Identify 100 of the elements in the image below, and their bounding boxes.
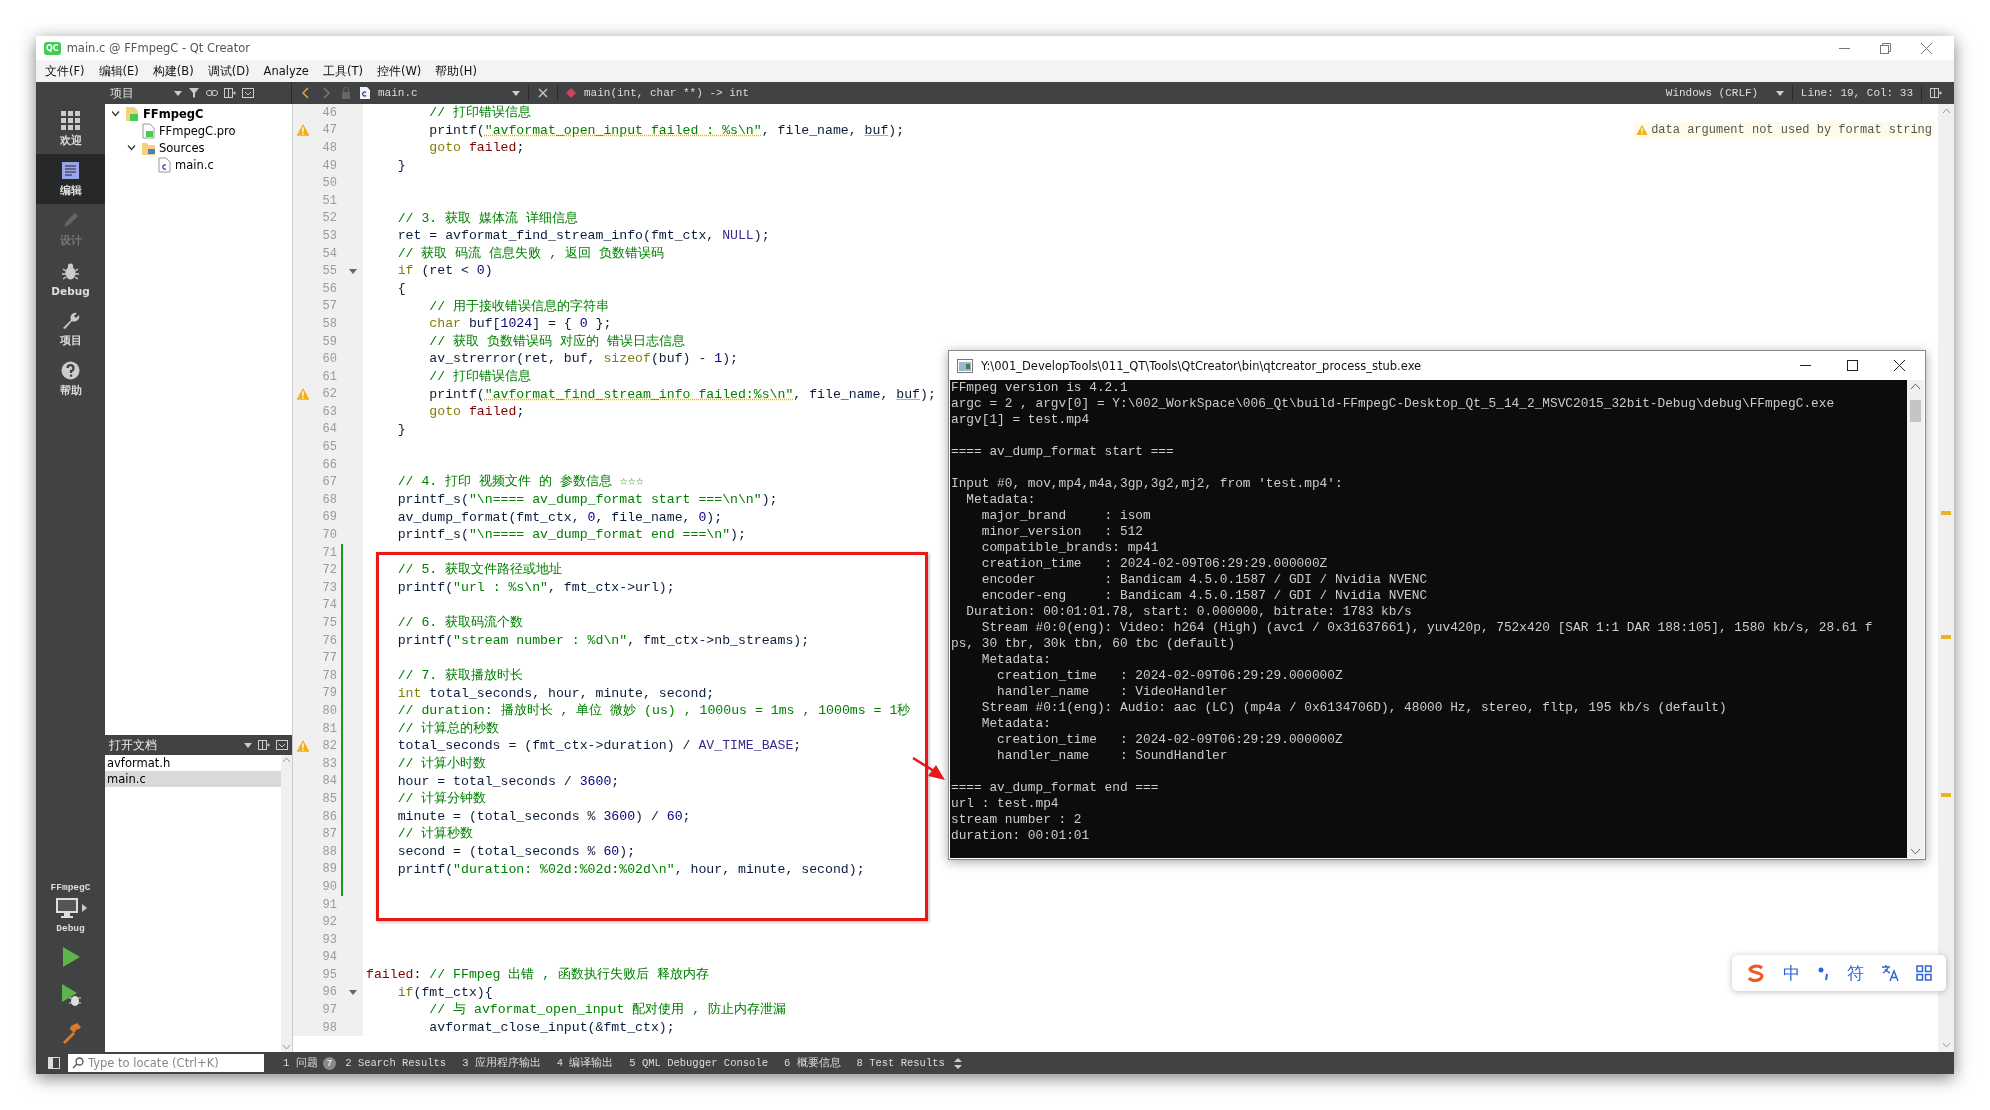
- menu-item[interactable]: 帮助(H): [428, 63, 484, 79]
- file-icon: [360, 87, 370, 99]
- split-icon[interactable]: [1930, 87, 1942, 99]
- code-line: // 计算总的秒数: [396, 719, 500, 738]
- tree-item[interactable]: main.c: [175, 157, 214, 172]
- line-number: 98: [321, 1020, 337, 1035]
- console-line: Stream #0:1(eng): Audio: aac (LC) (mp4a / 0x6134706D), 48000 Hz, stereo, fltp, 195 kb/s (default): [980, 700, 1728, 716]
- output-pane-tab[interactable]: 1 问题: [276, 1056, 325, 1070]
- window-title: main.c @ FFmpegC - Qt Creator: [66, 41, 250, 55]
- output-pane-tab[interactable]: 8 Test Results: [849, 1057, 952, 1069]
- symbols-button[interactable]: 符: [1847, 961, 1865, 985]
- menu-item[interactable]: 文件(F): [38, 63, 92, 79]
- console-line: argc = 2 , argv[0] = Y:\002_WorkSpace\006_Qt\build-FFmpegC-Desktop_Qt_5_14_2_MSVC2015_32bit-Debug\debug\FFmpegC.exe: [951, 396, 1836, 412]
- close-panel-icon[interactable]: [242, 87, 254, 99]
- line-number: 83: [321, 756, 337, 771]
- mode-button[interactable]: 帮助: [36, 354, 105, 404]
- console-app-icon: [957, 358, 973, 373]
- output-pane-tab[interactable]: 3 应用程序输出: [455, 1056, 548, 1070]
- line-number: 77: [321, 651, 337, 666]
- split-icon[interactable]: [258, 739, 270, 751]
- console-line: Metadata:: [965, 492, 1037, 508]
- menu-item[interactable]: Analyze: [256, 64, 316, 78]
- code-line: goto failed;: [428, 139, 525, 157]
- console-line: major_brand : isom: [980, 508, 1152, 524]
- tree-item[interactable]: Sources: [159, 140, 205, 155]
- code-line: printf_s("\n==== av_dump_format end ===\n");: [396, 526, 746, 544]
- mode-button[interactable]: 欢迎: [36, 104, 105, 154]
- link-icon[interactable]: [206, 87, 218, 99]
- code-line: printf("duration: %02d:%02d:%02d\n", hour, minute, second);: [396, 860, 865, 879]
- line-number: 62: [321, 387, 337, 402]
- language-toggle[interactable]: 中: [1783, 961, 1800, 985]
- output-pane-tab[interactable]: 2 Search Results: [338, 1057, 454, 1069]
- code-line: printf("avformat_open_input failed : %s\n", file_name, buf);: [428, 121, 905, 140]
- code-line: // 获取 码流 信息失败 , 返回 负数错误码: [396, 244, 664, 263]
- locate-field[interactable]: Type to locate (Ctrl+K): [68, 1054, 264, 1072]
- code-line: hour = total_seconds / 3600;: [396, 772, 620, 791]
- line-number: 82: [321, 739, 337, 754]
- file-dropdown[interactable]: main.c: [378, 87, 520, 99]
- menu-item[interactable]: 调试(D): [200, 63, 257, 79]
- output-pane-tab[interactable]: 5 QML Debugger Console: [622, 1057, 775, 1069]
- caret-icon[interactable]: [81, 904, 87, 912]
- code-line: int total_seconds, hour, minute, second;: [396, 684, 715, 703]
- punctuation-icon[interactable]: [1816, 965, 1831, 981]
- filter-icon[interactable]: [188, 87, 200, 99]
- line-number: 78: [321, 668, 337, 683]
- symbol-dropdown[interactable]: main(int, char **) -> int: [584, 87, 750, 99]
- line-number: 46: [321, 105, 337, 120]
- line-number: 79: [321, 686, 337, 701]
- console-line: creation_time : 2024-02-09T06:29:29.000000Z: [980, 556, 1329, 572]
- split-icon[interactable]: [224, 87, 236, 99]
- console-line: encoder-eng : Bandicam 4.5.0.1587 / GDI / Nvidia NVENC: [980, 588, 1429, 604]
- monitor-icon[interactable]: [54, 897, 79, 919]
- maximize-icon[interactable]: [1847, 360, 1858, 371]
- line-number: 90: [321, 879, 337, 894]
- line-ending-dropdown[interactable]: Windows (CRLF): [1665, 87, 1784, 99]
- caret-icon: [174, 90, 182, 96]
- output-pane-tab[interactable]: 4 编译输出: [549, 1056, 621, 1070]
- code-line: printf_s("\n==== av_dump_format start ===\n\n");: [396, 491, 778, 509]
- debug-run-icon[interactable]: [59, 983, 82, 1007]
- sidebar-toggle-icon[interactable]: [48, 1057, 60, 1069]
- console-line: handler_name : VideoHandler: [996, 684, 1229, 700]
- scroll-down-icon[interactable]: [1911, 849, 1920, 854]
- scrollbar[interactable]: [1907, 380, 1924, 858]
- mode-button[interactable]: 项目: [36, 304, 105, 354]
- output-pane-tab[interactable]: 6 概要信息: [777, 1056, 848, 1070]
- menu-item[interactable]: 控件(W): [369, 63, 429, 79]
- grid-icon[interactable]: [1915, 965, 1932, 981]
- tree-item[interactable]: FFmpegC.pro: [159, 123, 236, 138]
- close-panel-icon[interactable]: [276, 739, 288, 751]
- warning-icon: [1636, 124, 1649, 137]
- menu-item[interactable]: 构建(B): [145, 63, 201, 79]
- back-icon[interactable]: [300, 87, 312, 99]
- window-title: Y:\001_DevelopTools\011_QT\Tools\QtCreator\bin\qtcreator_process_stub.exe: [981, 358, 1422, 373]
- app-logo: QC: [44, 41, 61, 55]
- fold-arrow-icon[interactable]: [349, 990, 357, 995]
- pane-resize-icon[interactable]: [953, 1057, 962, 1069]
- line-number: 85: [321, 791, 337, 806]
- close-icon[interactable]: [1894, 360, 1905, 371]
- tree-item[interactable]: FFmpegC: [143, 106, 204, 121]
- mode-button[interactable]: 编辑: [36, 154, 105, 204]
- line-number: 51: [321, 193, 337, 208]
- panel-dropdown[interactable]: 项目: [110, 85, 182, 101]
- scroll-up-icon[interactable]: [1911, 384, 1920, 389]
- document-item[interactable]: main.c: [105, 771, 281, 787]
- run-icon[interactable]: [60, 946, 81, 968]
- restore-icon[interactable]: [1880, 42, 1891, 54]
- console-line: creation_time : 2024-02-09T06:29:29.000000Z: [996, 732, 1344, 748]
- line-number: 91: [321, 897, 337, 912]
- code-line: if(fmt_ctx){: [396, 983, 493, 1002]
- mode-button[interactable]: Debug: [36, 254, 105, 304]
- line-number: 84: [321, 774, 337, 789]
- translate-icon[interactable]: [1880, 964, 1899, 982]
- scroll-thumb[interactable]: [1910, 400, 1921, 422]
- menu-item[interactable]: 工具(T): [315, 63, 370, 79]
- code-line: goto failed;: [428, 403, 525, 421]
- line-number: 67: [321, 475, 337, 490]
- project-folder-icon: [125, 105, 139, 122]
- menu-item[interactable]: 编辑(E): [91, 63, 146, 79]
- fold-arrow-icon[interactable]: [349, 268, 357, 274]
- document-item[interactable]: avformat.h: [105, 755, 281, 771]
